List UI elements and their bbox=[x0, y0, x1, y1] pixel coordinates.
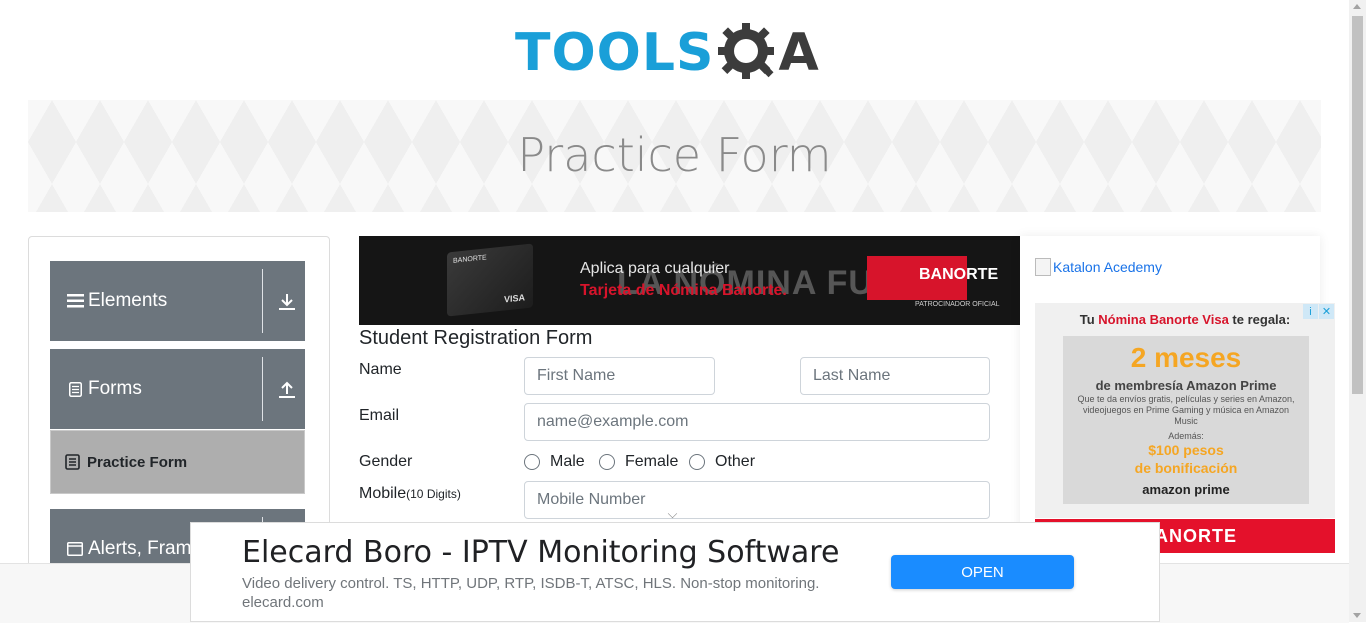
sidebar-item-practice-form[interactable]: Practice Form bbox=[50, 430, 305, 494]
ad-bonus-text: de bonificación bbox=[1134, 460, 1238, 476]
mobile-label-text: Mobile bbox=[359, 485, 407, 502]
ad-head-red: Nómina Banorte Visa bbox=[1098, 312, 1229, 327]
ad-bold-text: de membresía Amazon Prime bbox=[1095, 378, 1277, 393]
gender-radio-male[interactable]: Male bbox=[524, 453, 585, 471]
radio-label: Female bbox=[625, 453, 679, 470]
sidebar-item-label: Practice Form bbox=[87, 453, 188, 471]
ad-close-icon[interactable]: ✕ bbox=[1319, 304, 1334, 319]
divider bbox=[262, 357, 263, 421]
gender-label: Gender bbox=[359, 453, 413, 470]
page-title: Practice Form bbox=[517, 128, 832, 182]
mobile-label: Mobile(10 Digits) bbox=[359, 485, 461, 503]
scroll-down-icon[interactable] bbox=[1353, 613, 1361, 618]
upload-arrow-icon[interactable] bbox=[276, 379, 298, 401]
radio-button[interactable] bbox=[599, 454, 615, 470]
elecard-ad[interactable]: Elecard Boro - IPTV Monitoring Software … bbox=[190, 522, 1160, 622]
mobile-hint: (10 Digits) bbox=[406, 487, 461, 501]
hamburger-icon bbox=[66, 294, 84, 308]
ad-head-prefix: Tu bbox=[1079, 312, 1099, 327]
radio-label: Other bbox=[715, 453, 756, 470]
ad-info-icon[interactable]: i bbox=[1303, 304, 1318, 319]
ad-domain[interactable]: elecard.com bbox=[242, 594, 324, 611]
ad-ademas: Además: bbox=[1168, 431, 1204, 441]
ad-offer-box: 2 meses de membresía Amazon Prime Que te… bbox=[1063, 336, 1309, 504]
ad-sponsor: PATROCINADOR OFICIAL bbox=[915, 301, 1000, 308]
sidebar-group-label: Elements bbox=[88, 290, 168, 311]
logo-text: TOOLS bbox=[515, 23, 715, 83]
katalon-academy-image[interactable]: Katalon Acedemy bbox=[1035, 258, 1162, 276]
card-brand: BANORTE bbox=[453, 254, 487, 265]
radio-button[interactable] bbox=[524, 454, 540, 470]
last-name-input[interactable]: Last Name bbox=[800, 357, 990, 395]
ad-title[interactable]: Elecard Boro - IPTV Monitoring Software bbox=[242, 535, 839, 570]
first-name-input[interactable]: First Name bbox=[524, 357, 715, 395]
mobile-input[interactable]: Mobile Number bbox=[524, 481, 990, 519]
katalon-alt-text: Katalon Acedemy bbox=[1053, 259, 1162, 275]
ad-bonus-amount: $100 pesos bbox=[1148, 442, 1224, 458]
sidebar-group-forms[interactable]: Forms bbox=[50, 349, 305, 429]
ad-headline: Tu Nómina Banorte Visa te regala: bbox=[1035, 312, 1335, 327]
gear-magnifier-icon bbox=[718, 23, 775, 79]
open-button[interactable]: OPEN bbox=[891, 555, 1074, 589]
ad-brand: BANORTE bbox=[919, 266, 999, 283]
toolsqa-logo[interactable]: TOOLS A bbox=[515, 16, 840, 90]
document-icon bbox=[66, 381, 84, 397]
window-icon bbox=[66, 542, 84, 556]
form-icon bbox=[65, 454, 80, 470]
divider bbox=[262, 269, 263, 333]
banorte-ad-banner[interactable]: BANORTE VISA LA NÓMINA FUERTE Aplica par… bbox=[359, 236, 1020, 325]
scroll-up-icon[interactable] bbox=[1353, 4, 1361, 9]
broken-image-icon bbox=[1035, 258, 1051, 276]
scroll-thumb[interactable] bbox=[1352, 16, 1363, 394]
amazon-prime-logo: amazon prime bbox=[1142, 482, 1230, 497]
ad-line2: Tarjeta de Nómina Banorte. bbox=[580, 282, 787, 299]
banorte-strip-text: ANORTE bbox=[1155, 526, 1237, 546]
credit-card-image: BANORTE VISA bbox=[447, 243, 533, 317]
vertical-scrollbar[interactable] bbox=[1349, 0, 1366, 622]
gender-radio-female[interactable]: Female bbox=[599, 453, 678, 471]
sidebar-group-label: Forms bbox=[88, 378, 142, 399]
amazon-prime-ad[interactable]: Tu Nómina Banorte Visa te regala: 2 mese… bbox=[1035, 303, 1335, 518]
form-title: Student Registration Form bbox=[359, 327, 593, 349]
ad-small-text: Que te da envíos gratis, películas y ser… bbox=[1077, 394, 1295, 426]
ad-big-text: 2 meses bbox=[1130, 342, 1242, 373]
name-label: Name bbox=[359, 361, 402, 378]
radio-label: Male bbox=[550, 453, 585, 470]
sidebar-group-label: Alerts, Fram bbox=[88, 538, 192, 559]
download-arrow-icon[interactable] bbox=[276, 291, 298, 313]
page-banner: Practice Form bbox=[28, 100, 1321, 212]
card-visa: VISA bbox=[503, 292, 525, 305]
email-input[interactable]: name@example.com bbox=[524, 403, 990, 441]
ad-description: Video delivery control. TS, HTTP, UDP, R… bbox=[242, 575, 820, 592]
ad-line1: Aplica para cualquier bbox=[580, 260, 730, 277]
ad-head-suffix: te regala: bbox=[1228, 312, 1291, 327]
radio-button[interactable] bbox=[689, 454, 705, 470]
logo-a: A bbox=[778, 23, 819, 83]
gender-radio-other[interactable]: Other bbox=[689, 453, 755, 471]
email-label: Email bbox=[359, 407, 400, 424]
sidebar-group-elements[interactable]: Elements bbox=[50, 261, 305, 341]
